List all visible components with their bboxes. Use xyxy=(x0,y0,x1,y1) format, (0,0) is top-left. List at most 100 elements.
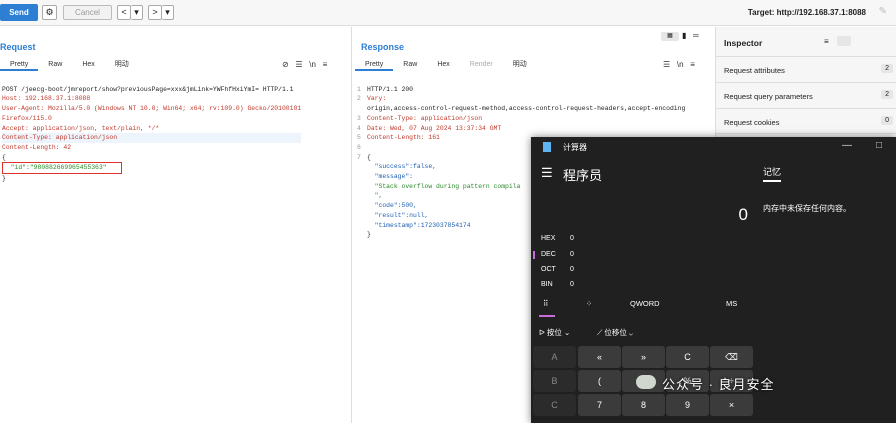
inspector-row-request-attributes[interactable]: Request attributes 2 xyxy=(716,56,896,82)
layout-toggle-icon[interactable]: ▦ xyxy=(661,32,679,41)
key-backspace[interactable]: ⌫ xyxy=(710,346,753,368)
inspector-row-count: 2 xyxy=(881,64,893,73)
key-7[interactable]: 7 xyxy=(578,394,621,416)
settings-gear-icon[interactable]: ⚙ xyxy=(42,5,57,20)
request-header: User-Agent: Mozilla/5.0 (Windows NT 10.0… xyxy=(2,105,302,113)
memory-store-button[interactable]: MS xyxy=(726,299,737,308)
request-header: Firefox/115.0 xyxy=(2,114,52,122)
response-line: origin,access-control-request-method,acc… xyxy=(367,105,686,113)
response-line: 4 Date: Wed, 07 Aug 2024 13:37:34 GMT xyxy=(357,124,502,132)
key-open-paren[interactable]: ( xyxy=(578,370,621,392)
back-button[interactable]: < xyxy=(117,5,131,20)
request-pane: Request Pretty Raw Hex 明动 ⊘ ☰ \n ≡ POST … xyxy=(0,27,352,423)
watermark-text: 公众号 · 良月安全 xyxy=(662,377,775,392)
response-line: 1 HTTP/1.1 200 xyxy=(357,85,414,93)
key-clear[interactable]: C xyxy=(666,346,709,368)
request-line: POST /jeecg-boot/jmreport/show?previousP… xyxy=(2,85,294,93)
cancel-button[interactable]: Cancel xyxy=(63,5,112,20)
response-tab-raw[interactable]: Raw xyxy=(393,59,427,71)
inspector-row-label: Request cookies xyxy=(724,118,780,127)
calculator-titlebar[interactable]: 计算器 — □ xyxy=(531,137,896,157)
calculator-display: 0 xyxy=(738,205,748,224)
key-8[interactable]: 8 xyxy=(622,394,665,416)
keypad-mode-indicator xyxy=(539,315,555,317)
key-b[interactable]: B xyxy=(533,370,576,392)
send-button[interactable]: Send xyxy=(0,4,38,21)
calculator-mode-title: 程序员 xyxy=(563,168,603,183)
base-oct[interactable]: OCT 0 xyxy=(541,266,574,273)
response-title: Response xyxy=(361,42,405,52)
response-tab-render[interactable]: Render xyxy=(460,59,503,71)
inspector-row-query-parameters[interactable]: Request query parameters 2 xyxy=(716,82,896,108)
inspector-list-icon[interactable]: ≡ xyxy=(824,37,829,46)
key-a[interactable]: A xyxy=(533,346,576,368)
response-tab-pretty[interactable]: Pretty xyxy=(355,59,394,71)
menu-hamburger-icon[interactable]: ☰ xyxy=(541,165,553,181)
request-menu-icon[interactable]: ≡ xyxy=(323,60,328,69)
inspector-row-cookies[interactable]: Request cookies 0 xyxy=(716,108,896,134)
request-header: Content-Length: 42 xyxy=(2,143,72,151)
key-multiply[interactable]: × xyxy=(710,394,753,416)
request-tab-raw[interactable]: Raw xyxy=(38,59,72,71)
back-history-dropdown-icon[interactable]: ▾ xyxy=(131,5,143,20)
request-view-icons: ⊘ ☰ \n ≡ xyxy=(282,60,327,69)
request-body-id-highlight: "id":"980882669965455363" xyxy=(2,162,122,175)
response-tabs: Pretty Raw Hex Render 明动 xyxy=(355,59,537,71)
bitwise-icon: ᐅ xyxy=(539,328,545,337)
key-9[interactable]: 9 xyxy=(666,394,709,416)
keypad-mode-row: ⠿ ⁘ QWORD MS xyxy=(531,295,759,315)
request-title: Request xyxy=(0,42,36,52)
response-tab-hex[interactable]: Hex xyxy=(427,59,459,71)
word-size-button[interactable]: QWORD xyxy=(630,299,660,308)
full-keypad-icon[interactable]: ⠿ xyxy=(543,299,549,308)
inspector-layout-icon[interactable] xyxy=(837,36,851,46)
memory-empty-message: 内存中未保存任何内容。 xyxy=(763,204,851,213)
bit-toggle-keypad-icon[interactable]: ⁘ xyxy=(586,299,592,308)
edit-target-icon[interactable]: ✎ xyxy=(879,6,887,17)
response-view-icons: ☰ \n ≡ xyxy=(663,60,695,69)
maximize-icon[interactable]: □ xyxy=(876,140,882,151)
request-tab-hex[interactable]: Hex xyxy=(72,59,104,71)
selected-base-indicator xyxy=(533,251,535,259)
calculator-window-title: 计算器 xyxy=(563,143,587,152)
response-line: 2 Vary: xyxy=(357,95,387,103)
wechat-logo-icon xyxy=(636,375,656,389)
response-menu-icon[interactable]: ≡ xyxy=(690,60,695,69)
wrap-lines-icon[interactable]: ☰ xyxy=(663,60,670,69)
key-shift-left[interactable]: « xyxy=(578,346,621,368)
base-bin[interactable]: BIN 0 xyxy=(541,281,574,288)
bitwise-dropdown[interactable]: ᐅ 按位 ⌄ xyxy=(539,327,570,338)
layout-stack-icon[interactable]: ═ xyxy=(693,31,699,40)
inspector-row-count: 0 xyxy=(881,116,893,125)
layout-split-icon[interactable]: ▮ xyxy=(682,31,686,40)
bit-shift-dropdown[interactable]: ⟋ 位移位 ⌄ xyxy=(597,327,633,338)
key-shift-right[interactable]: » xyxy=(622,346,665,368)
request-tab-extra[interactable]: 明动 xyxy=(105,59,139,71)
bit-shift-icon: ⟋ xyxy=(597,328,603,337)
newline-toggle-icon[interactable]: \n xyxy=(309,60,316,69)
base-dec[interactable]: DEC 0 xyxy=(541,251,574,258)
newline-toggle-icon[interactable]: \n xyxy=(677,60,684,69)
inspector-row-label: Request query parameters xyxy=(724,92,813,101)
key-c-hex[interactable]: C xyxy=(533,394,576,416)
response-tab-extra[interactable]: 明动 xyxy=(503,59,537,71)
request-header: Accept: application/json, text/plain, */… xyxy=(2,124,160,132)
target-url: Target: http://192.168.37.1:8088 xyxy=(747,8,866,17)
chevron-down-icon: ⌄ xyxy=(628,328,633,337)
request-header: Host: 192.168.37.1:8088 xyxy=(2,95,91,103)
base-hex[interactable]: HEX 0 xyxy=(541,235,574,242)
wrap-lines-icon[interactable]: ☰ xyxy=(295,60,302,69)
request-editor[interactable]: POST /jeecg-boot/jmreport/show?previousP… xyxy=(2,75,302,203)
calculator-app-icon xyxy=(543,142,551,152)
inspector-row-label: Request attributes xyxy=(724,66,785,75)
hide-nonprintable-icon[interactable]: ⊘ xyxy=(282,60,289,69)
inspector-row-count: 2 xyxy=(881,90,893,99)
forward-button[interactable]: > xyxy=(148,5,162,20)
memory-tab[interactable]: 记忆 xyxy=(763,165,782,182)
request-body-line: { xyxy=(2,153,6,161)
inspector-title: Inspector xyxy=(724,38,763,48)
request-header: Content-Type: application/json xyxy=(2,133,302,143)
minimize-icon[interactable]: — xyxy=(842,140,852,151)
request-tab-pretty[interactable]: Pretty xyxy=(0,59,39,71)
forward-history-dropdown-icon[interactable]: ▾ xyxy=(162,5,174,20)
